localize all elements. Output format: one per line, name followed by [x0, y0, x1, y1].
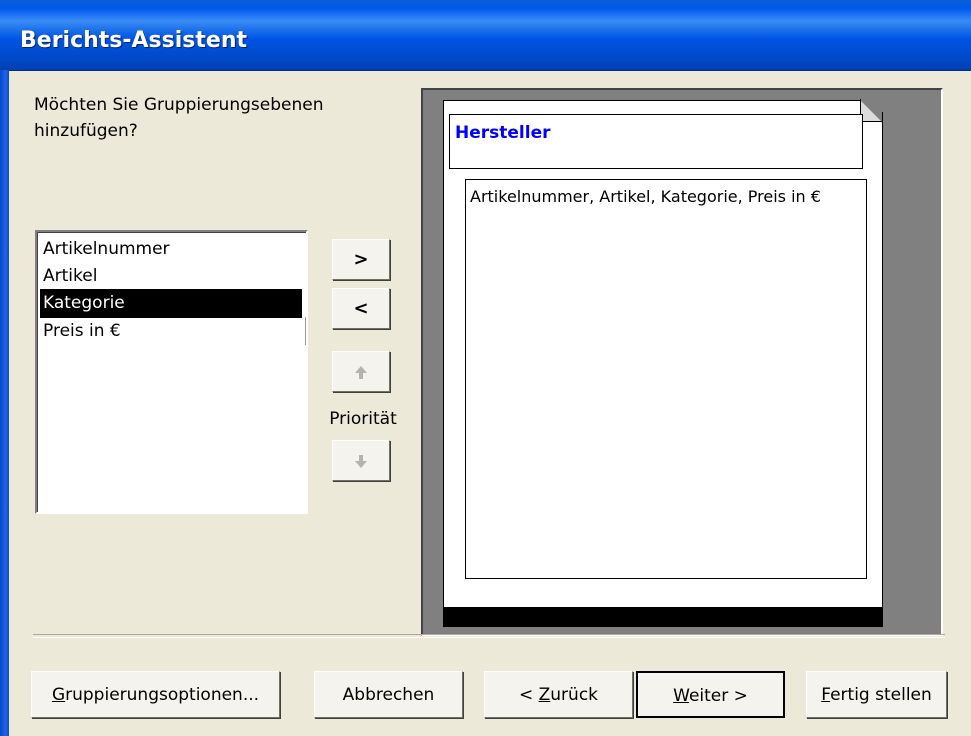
list-item[interactable]: Preis in € [40, 317, 302, 346]
button-label: eiter > [688, 686, 748, 706]
priority-label: Priorität [329, 409, 397, 429]
page-dogear [860, 100, 882, 122]
arrow-up-icon [355, 365, 367, 379]
list-divider [305, 317, 306, 345]
cancel-button[interactable]: Abbrechen [314, 671, 463, 718]
button-label: ruppierungsoptionen... [65, 685, 260, 705]
window-title: Berichts-Assistent [20, 28, 247, 53]
available-fields-listbox[interactable]: Artikelnummer Artikel Kategorie Preis in… [35, 230, 308, 514]
accelerator-key: Z [538, 685, 551, 705]
next-button[interactable]: Weiter > [636, 671, 785, 718]
remove-grouping-button[interactable]: < [332, 288, 390, 329]
question-text: Möchten Sie Gruppierungsebenen hinzufüge… [34, 95, 324, 141]
dogear-edge [860, 121, 883, 122]
button-label: ertig stellen [830, 685, 932, 705]
priority-down-button[interactable] [332, 440, 390, 481]
arrow-down-icon [355, 454, 367, 468]
grouping-options-button[interactable]: Gruppierungsoptionen... [31, 671, 280, 718]
accelerator-key: G [51, 685, 66, 705]
list-item[interactable]: Artikel [40, 262, 302, 291]
button-label: < [518, 685, 539, 705]
priority-up-button[interactable] [332, 351, 390, 392]
group-header-label: Hersteller [455, 123, 551, 143]
accelerator-key: F [821, 685, 831, 705]
button-label: urück [550, 685, 599, 705]
detail-fields-box: Artikelnummer, Artikel, Kategorie, Preis… [465, 179, 867, 579]
title-bar[interactable]: Berichts-Assistent [0, 0, 971, 71]
add-grouping-button[interactable]: > [332, 239, 390, 280]
list-item-selected[interactable]: Kategorie [40, 289, 302, 318]
list-item[interactable]: Artikelnummer [40, 235, 302, 264]
finish-button[interactable]: Fertig stellen [806, 671, 947, 718]
accelerator-key: W [673, 686, 689, 706]
window-left-border [0, 70, 9, 736]
separator [33, 634, 945, 638]
back-button[interactable]: < Zurück [484, 671, 633, 718]
group-header-box: Hersteller [449, 114, 863, 169]
